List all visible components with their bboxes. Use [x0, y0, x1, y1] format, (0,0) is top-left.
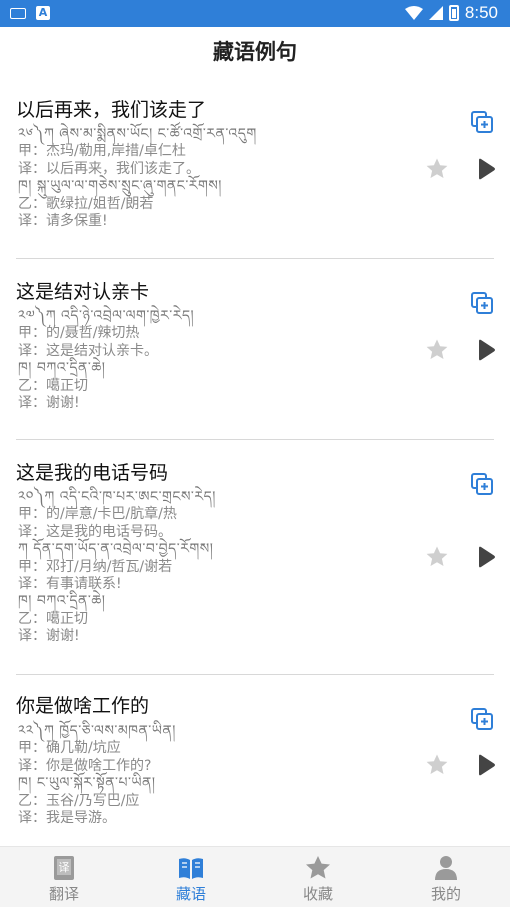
tibetan-line: ཀ དོན་དག་ཡོད་ན་འབྲེལ་བ་བྱེད་རོགས།	[18, 541, 214, 558]
copy-icon[interactable]	[470, 472, 494, 496]
tibetan-line: ཁ། སྐུ་ཡུལ་ལ་གཅེས་སྲུང་ཞུ་གནང་རོགས།	[18, 178, 222, 195]
nav-tab-mine[interactable]: 我的	[382, 847, 510, 907]
phrase-lines: ༢༧༽ཀ འདི་ཉེ་འབྲེལ་ལག་ཁྱེར་རེད། 甲：的/聂哲/辣切…	[18, 308, 194, 412]
pronunciation-line: 乙：玉谷/乃写巴/应	[18, 792, 140, 809]
play-audio-icon[interactable]	[475, 338, 497, 362]
favorite-star-icon[interactable]	[425, 753, 449, 777]
phrase-lines: ༢༦༽ཀ ཞེས་མ་སྨིནས་ཡོང། ང་ཚོ་འགྲོ་རན་འདུག …	[18, 126, 257, 230]
battery-icon	[448, 5, 459, 21]
page-title: 藏语例句	[213, 40, 297, 64]
nav-tab-favorites[interactable]: 收藏	[254, 847, 382, 907]
nav-tab-tibetan[interactable]: 藏语	[127, 847, 255, 907]
open-book-icon	[179, 858, 203, 879]
nav-label: 藏语	[175, 885, 206, 903]
translation-line: 译：谢谢!	[18, 628, 80, 645]
book-translate-icon: 译	[54, 856, 74, 880]
nav-label: 收藏	[302, 885, 333, 903]
phrase-title: 这是结对认亲卡	[16, 281, 150, 303]
phrase-title: 以后再来，我们该走了	[16, 99, 207, 121]
tibetan-line: ཁ། ང་ཡུལ་སྐོར་སྟོན་པ་ཡིན།	[18, 775, 156, 792]
translation-line: 译：这是结对认亲卡。	[18, 342, 158, 359]
tibetan-line: ཁ། བཀའ་དྲིན་ཆེ།	[18, 593, 106, 610]
translation-line: 译：你是做啥工作的?	[18, 757, 152, 774]
translation-line: 译：有事请联系!	[18, 576, 122, 593]
signal-icon	[428, 6, 443, 20]
nav-tab-translate[interactable]: 译 翻译	[0, 847, 128, 907]
phrase-lines: ༢༢༽ཀ ཁྱོད་ཅི་ལས་མཁན་ཡིན། 甲：确几勒/坑应 译：你是做啥…	[18, 723, 176, 827]
divider	[16, 439, 494, 440]
tibetan-line: ༢༠༽ཀ འདི་ངའི་ཁ་པར་ཨང་གྲངས་རེད།	[18, 489, 216, 505]
play-audio-icon[interactable]	[475, 753, 497, 777]
bottom-nav: 译 翻译 藏语 收藏 我的	[0, 846, 510, 907]
pronunciation-line: 乙：噶正切	[18, 610, 88, 627]
tibetan-line: ཁ། བཀའ་དྲིན་ཆེ།	[18, 360, 106, 377]
phrase-lines: ༢༠༽ཀ འདི་ངའི་ཁ་པར་ཨང་གྲངས་རེད། 甲：的/岸意/卡巴…	[18, 489, 216, 646]
pronunciation-line: 甲：的/岸意/卡巴/肮章/热	[18, 506, 177, 523]
play-audio-icon[interactable]	[475, 157, 497, 181]
tibetan-line: ༢༢༽ཀ ཁྱོད་ཅི་ལས་མཁན་ཡིན།	[18, 723, 176, 739]
status-right: 8:50	[404, 3, 498, 23]
divider	[16, 674, 494, 675]
translation-line: 译：以后再来，我们该走了。	[18, 160, 200, 177]
pronunciation-line: 乙：噶正切	[18, 377, 88, 394]
status-bar: A 8:50	[0, 0, 510, 27]
pronunciation-line: 甲：确几勒/坑应	[18, 740, 121, 757]
phrase-title: 这是我的电话号码	[16, 462, 169, 484]
favorite-star-icon[interactable]	[425, 338, 449, 362]
star-icon	[306, 856, 330, 879]
pronunciation-line: 甲：邓打/月纳/哲瓦/谢若	[18, 558, 173, 575]
nav-label: 我的	[430, 885, 461, 903]
favorite-star-icon[interactable]	[425, 157, 449, 181]
status-left: A	[10, 6, 50, 20]
pronunciation-line: 乙：歌绿拉/姐哲/朗若	[18, 195, 154, 212]
pronunciation-line: 甲：的/聂哲/辣切热	[18, 325, 140, 342]
copy-icon[interactable]	[470, 707, 494, 731]
a-notification-icon: A	[36, 6, 50, 20]
phrase-title: 你是做啥工作的	[16, 695, 150, 717]
play-audio-icon[interactable]	[475, 545, 497, 569]
pronunciation-line: 甲：杰玛/勒用,岸措/卓仁杜	[18, 143, 186, 160]
translation-line: 译：这是我的电话号码。	[18, 523, 172, 540]
translation-line: 译：谢谢!	[18, 395, 80, 412]
favorite-star-icon[interactable]	[425, 545, 449, 569]
person-icon	[435, 856, 457, 880]
keyboard-icon	[10, 7, 26, 19]
nav-label: 翻译	[48, 885, 79, 903]
svg-text:译: 译	[59, 861, 70, 874]
tibetan-line: ༢༧༽ཀ འདི་ཉེ་འབྲེལ་ལག་ཁྱེར་རེད།	[18, 308, 195, 324]
translation-line: 译：请多保重!	[18, 213, 108, 230]
status-time: 8:50	[464, 3, 498, 22]
copy-icon[interactable]	[470, 110, 494, 134]
divider	[16, 258, 494, 259]
copy-icon[interactable]	[470, 291, 494, 315]
wifi-icon	[404, 6, 423, 20]
translation-line: 译：我是导游。	[18, 810, 116, 827]
tibetan-line: ༢༦༽ཀ ཞེས་མ་སྨིནས་ཡོང། ང་ཚོ་འགྲོ་རན་འདུག	[18, 126, 257, 142]
